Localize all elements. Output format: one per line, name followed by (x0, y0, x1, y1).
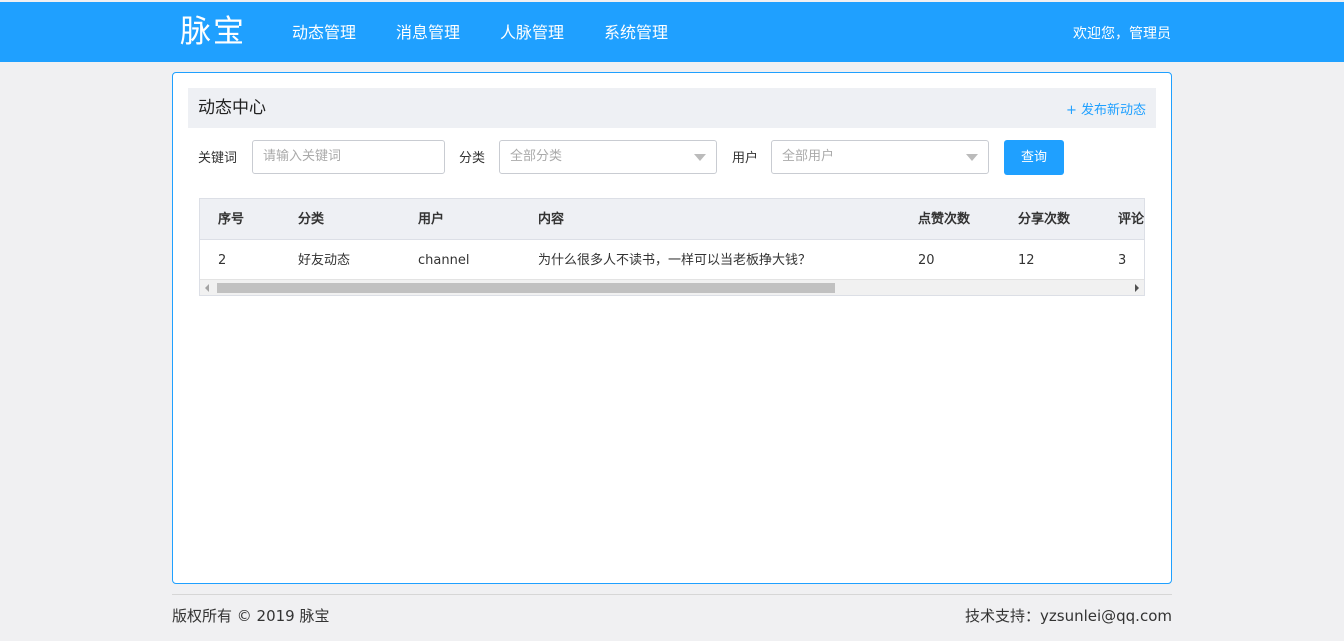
welcome-user-text[interactable]: 欢迎您，管理员 (1073, 24, 1171, 44)
publish-new-dynamic-link[interactable]: + 发布新动态 (1066, 99, 1146, 118)
nav-item-messages[interactable]: 消息管理 (396, 22, 460, 44)
nav-item-contacts[interactable]: 人脉管理 (500, 22, 564, 44)
query-button[interactable]: 查询 (1004, 140, 1064, 175)
user-select[interactable]: 全部用户 (771, 140, 989, 174)
column-header-likes[interactable]: 点赞次数 (918, 211, 970, 229)
main-nav: 动态管理 消息管理 人脉管理 系统管理 (292, 22, 708, 44)
top-navbar: 脉宝 动态管理 消息管理 人脉管理 系统管理 欢迎您，管理员 (0, 2, 1344, 62)
category-label: 分类 (459, 151, 486, 166)
panel-title: 动态中心 (198, 98, 266, 118)
horizontal-scrollbar[interactable] (200, 279, 1144, 295)
nav-item-system[interactable]: 系统管理 (604, 22, 668, 44)
keyword-input-box[interactable] (252, 140, 445, 174)
dynamics-panel: 动态中心 + 发布新动态 关键词 分类 全部分类 用户 全部用户 查询 序号 分… (172, 72, 1172, 584)
chevron-down-icon (966, 154, 978, 161)
app-logo[interactable]: 脉宝 (180, 12, 246, 52)
scroll-left-arrow-icon[interactable] (205, 284, 209, 292)
user-label: 用户 (732, 151, 759, 166)
column-header-index[interactable]: 序号 (218, 211, 244, 229)
column-header-category[interactable]: 分类 (298, 211, 324, 229)
column-header-shares[interactable]: 分享次数 (1018, 211, 1070, 229)
keyword-input[interactable] (263, 141, 444, 172)
row-index: 2 (218, 253, 227, 268)
column-header-content[interactable]: 内容 (538, 211, 564, 229)
row-user: channel (418, 253, 470, 268)
footer-divider (172, 594, 1172, 595)
chevron-down-icon (694, 154, 706, 161)
row-likes: 20 (918, 253, 935, 268)
column-header-user[interactable]: 用户 (418, 211, 444, 229)
row-comments: 3 (1118, 253, 1127, 268)
row-category: 好友动态 (298, 253, 351, 268)
row-shares: 12 (1018, 253, 1035, 268)
category-select[interactable]: 全部分类 (499, 140, 717, 174)
footer-support: 技术支持：yzsunlei@qq.com (965, 607, 1172, 625)
user-select-value: 全部用户 (782, 149, 835, 164)
table-header-row: 序号 分类 用户 内容 点赞次数 分享次数 评论 (200, 199, 1144, 240)
footer-copyright: 版权所有 © 2019 脉宝 (172, 607, 330, 625)
nav-item-dynamics[interactable]: 动态管理 (292, 22, 356, 44)
scrollbar-thumb[interactable] (217, 283, 835, 293)
column-header-comments[interactable]: 评论 (1118, 211, 1144, 229)
row-content: 为什么很多人不读书，一样可以当老板挣大钱？ (538, 253, 812, 268)
dynamics-table: 序号 分类 用户 内容 点赞次数 分享次数 评论 2 好友动态 channel … (199, 198, 1145, 296)
scroll-right-arrow-icon[interactable] (1135, 284, 1139, 292)
category-select-value: 全部分类 (510, 149, 563, 164)
panel-header: 动态中心 + 发布新动态 (188, 88, 1156, 128)
keyword-label: 关键词 (198, 151, 238, 166)
